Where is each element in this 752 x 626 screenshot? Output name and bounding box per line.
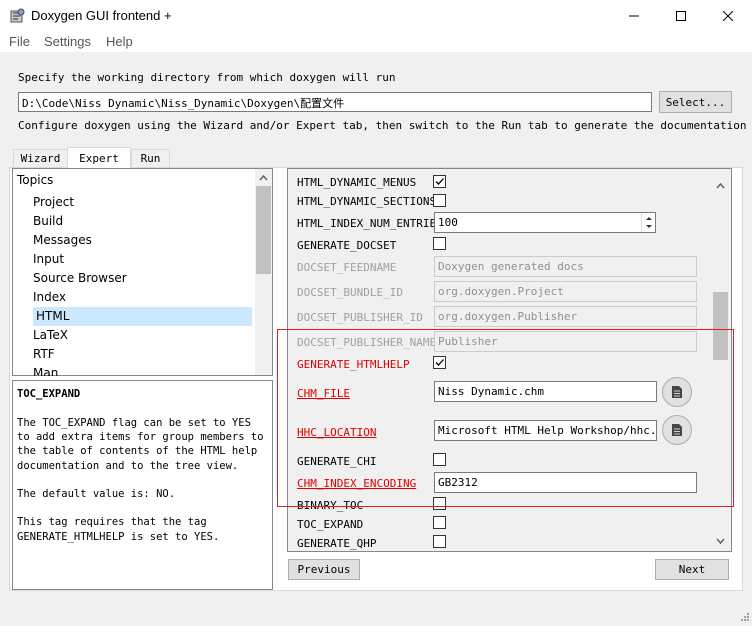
close-icon	[723, 10, 733, 21]
topic-index[interactable]: Index	[33, 288, 252, 307]
help-title: TOC_EXPAND	[17, 388, 81, 400]
minimize-button[interactable]	[611, 0, 657, 31]
workdir-input[interactable]: D:\Code\Niss Dynamic\Niss_Dynamic\Doxyge…	[18, 92, 652, 112]
docset-bundle-id-field[interactable]: org.doxygen.Project	[434, 281, 697, 302]
label-html-index-num-entries: HTML_INDEX_NUM_ENTRIES	[297, 217, 443, 230]
checkbox-html-dynamic-menus[interactable]	[433, 175, 446, 188]
menu-settings[interactable]: Settings	[44, 34, 91, 49]
annotation-highlight-box	[277, 329, 734, 507]
previous-button[interactable]: Previous	[288, 559, 360, 580]
label-docset-feedname: DOCSET_FEEDNAME	[297, 261, 397, 274]
label-html-dynamic-menus: HTML_DYNAMIC_MENUS	[297, 176, 417, 189]
menu-file[interactable]: File	[9, 34, 30, 49]
tab-wizard[interactable]: Wizard	[13, 149, 68, 167]
menu-help[interactable]: Help	[106, 34, 133, 49]
label-generate-qhp: GENERATE_QHP	[297, 537, 377, 550]
workdir-label: Specify the working directory from which…	[18, 71, 396, 84]
label-html-dynamic-sections: HTML_DYNAMIC_SECTIONS	[297, 195, 437, 208]
topic-project[interactable]: Project	[33, 193, 252, 212]
help-body: The TOC_EXPAND flag can be set to YES to…	[17, 417, 264, 543]
html-index-num-entries-spinbox[interactable]: 100	[434, 212, 656, 233]
topic-html[interactable]: HTML	[33, 307, 252, 326]
maximize-icon	[676, 10, 686, 21]
check-icon	[435, 178, 444, 185]
label-generate-docset: GENERATE_DOCSET	[297, 239, 397, 252]
instructions-text: Configure doxygen using the Wizard and/o…	[18, 119, 747, 132]
checkbox-generate-docset[interactable]	[433, 237, 446, 250]
docset-feedname-field[interactable]: Doxygen generated docs	[434, 256, 697, 277]
docset-publisher-id-field[interactable]: org.doxygen.Publisher	[434, 306, 697, 327]
topic-rtf[interactable]: RTF	[33, 345, 252, 364]
maximize-button[interactable]	[658, 0, 704, 31]
doxygen-app-icon	[9, 8, 25, 24]
checkbox-generate-qhp[interactable]	[433, 535, 446, 548]
resize-grip[interactable]	[738, 612, 750, 624]
topic-messages[interactable]: Messages	[33, 231, 252, 250]
label-docset-bundle-id: DOCSET_BUNDLE_ID	[297, 286, 403, 299]
topic-latex[interactable]: LaTeX	[33, 326, 252, 345]
close-button[interactable]	[705, 0, 751, 31]
next-button[interactable]: Next	[655, 559, 729, 580]
checkbox-toc-expand[interactable]	[433, 516, 446, 529]
topic-input[interactable]: Input	[33, 250, 252, 269]
checkbox-html-dynamic-sections[interactable]	[433, 194, 446, 207]
spinbox-arrows[interactable]	[641, 213, 655, 232]
topic-man[interactable]: Man	[33, 364, 252, 376]
topics-scrollbar[interactable]	[255, 169, 272, 375]
topic-source-browser[interactable]: Source Browser	[33, 269, 252, 288]
window-title: Doxygen GUI frontend +	[31, 8, 172, 23]
topic-build[interactable]: Build	[33, 212, 252, 231]
label-toc-expand: TOC_EXPAND	[297, 518, 364, 531]
minimize-icon	[629, 15, 639, 16]
tab-run[interactable]: Run	[131, 149, 170, 167]
label-docset-publisher-id: DOCSET_PUBLISHER_ID	[297, 311, 423, 324]
tab-expert[interactable]: Expert	[67, 147, 131, 168]
select-button[interactable]: Select...	[659, 91, 732, 113]
topics-header: Topics	[17, 173, 54, 187]
